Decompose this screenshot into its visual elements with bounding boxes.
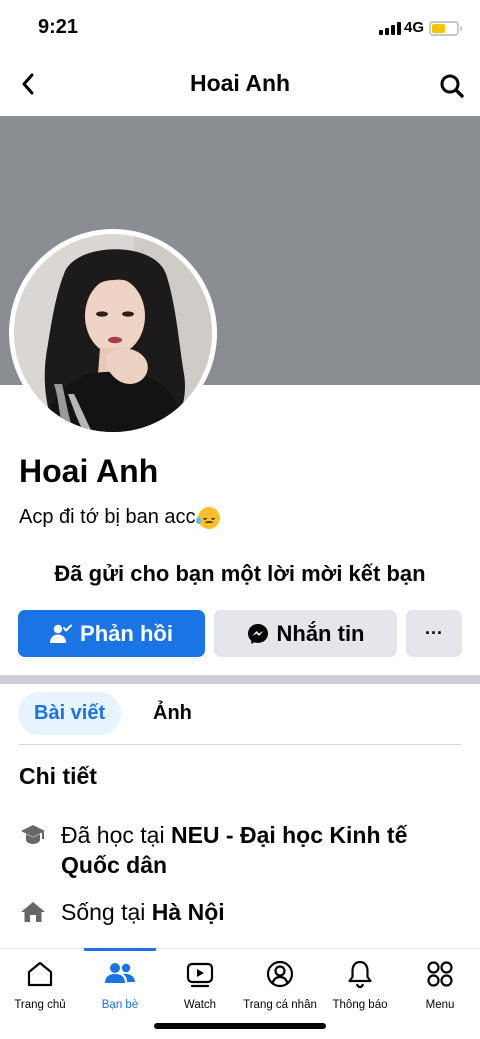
search-icon	[440, 74, 464, 98]
status-bar: 9:21 4G	[0, 0, 480, 58]
detail-lives-in[interactable]: Sống tại Hà Nội	[19, 897, 225, 927]
profile-picture	[14, 234, 212, 432]
nav-home-label: Trang chủ	[14, 999, 66, 1011]
details-title: Chi tiết	[19, 763, 97, 789]
status-time: 9:21	[38, 16, 79, 38]
watch-icon	[183, 957, 217, 991]
anxious-face-emoji-icon	[195, 506, 220, 529]
tab-posts[interactable]: Bài viết	[18, 692, 122, 735]
nav-home[interactable]: Trang chủ	[0, 957, 80, 1011]
avatar[interactable]	[9, 229, 217, 437]
nav-menu-label: Menu	[425, 999, 455, 1011]
house-icon	[19, 897, 47, 927]
home-indicator[interactable]	[154, 1023, 326, 1029]
signal-icon	[379, 22, 401, 35]
menu-grid-icon	[423, 957, 457, 991]
lives-text: Sống tại Hà Nội	[61, 899, 225, 925]
search-button[interactable]	[436, 70, 468, 102]
detail-education[interactable]: Đã học tại NEU - Đại học Kinh tế Quốc dâ…	[19, 820, 459, 880]
message-button[interactable]: Nhắn tin	[214, 610, 397, 657]
education-text: Đã học tại NEU - Đại học Kinh tế Quốc dâ…	[61, 822, 408, 878]
header-title: Hoai Anh	[189, 70, 291, 96]
message-label: Nhắn tin	[276, 620, 365, 646]
person-check-icon	[50, 624, 73, 643]
respond-button[interactable]: Phản hồi	[18, 610, 205, 657]
active-tab-indicator	[84, 948, 156, 951]
graduation-cap-icon	[19, 820, 47, 850]
bio-text: Acp đi tớ bị ban acc	[19, 506, 196, 528]
battery-icon	[429, 21, 462, 36]
nav-profile-label: Trang cá nhân	[243, 999, 317, 1011]
network-type: 4G	[404, 19, 425, 36]
home-icon	[23, 957, 57, 991]
more-options-button[interactable]: ···	[406, 610, 462, 657]
lives-city[interactable]: Hà Nội	[152, 899, 225, 925]
nav-watch[interactable]: Watch	[160, 957, 240, 1011]
nav-profile[interactable]: Trang cá nhân	[240, 957, 320, 1011]
profile-header: Hoai Anh	[0, 58, 480, 114]
profile-name: Hoai Anh	[19, 453, 159, 489]
bell-icon	[343, 957, 377, 991]
messenger-icon	[247, 623, 268, 644]
profile-tabs: Bài viết Ảnh	[0, 692, 480, 736]
nav-friends-label: Bạn bè	[101, 999, 139, 1011]
friends-icon	[103, 957, 137, 991]
profile-bio: Acp đi tớ bị ban acc	[19, 506, 220, 529]
nav-notifications[interactable]: Thông báo	[320, 957, 400, 1011]
friend-request-text: Đã gửi cho bạn một lời mời kết bạn	[54, 561, 426, 586]
tabs-divider	[18, 744, 462, 745]
nav-menu[interactable]: Menu	[400, 957, 480, 1011]
more-icon: ···	[425, 623, 443, 643]
nav-watch-label: Watch	[183, 999, 217, 1011]
nav-friends[interactable]: Bạn bè	[80, 957, 160, 1011]
tab-photos[interactable]: Ảnh	[153, 692, 192, 735]
section-divider	[0, 675, 480, 684]
profile-icon	[263, 957, 297, 991]
nav-notifications-label: Thông báo	[332, 999, 388, 1011]
respond-label: Phản hồi	[80, 620, 173, 646]
